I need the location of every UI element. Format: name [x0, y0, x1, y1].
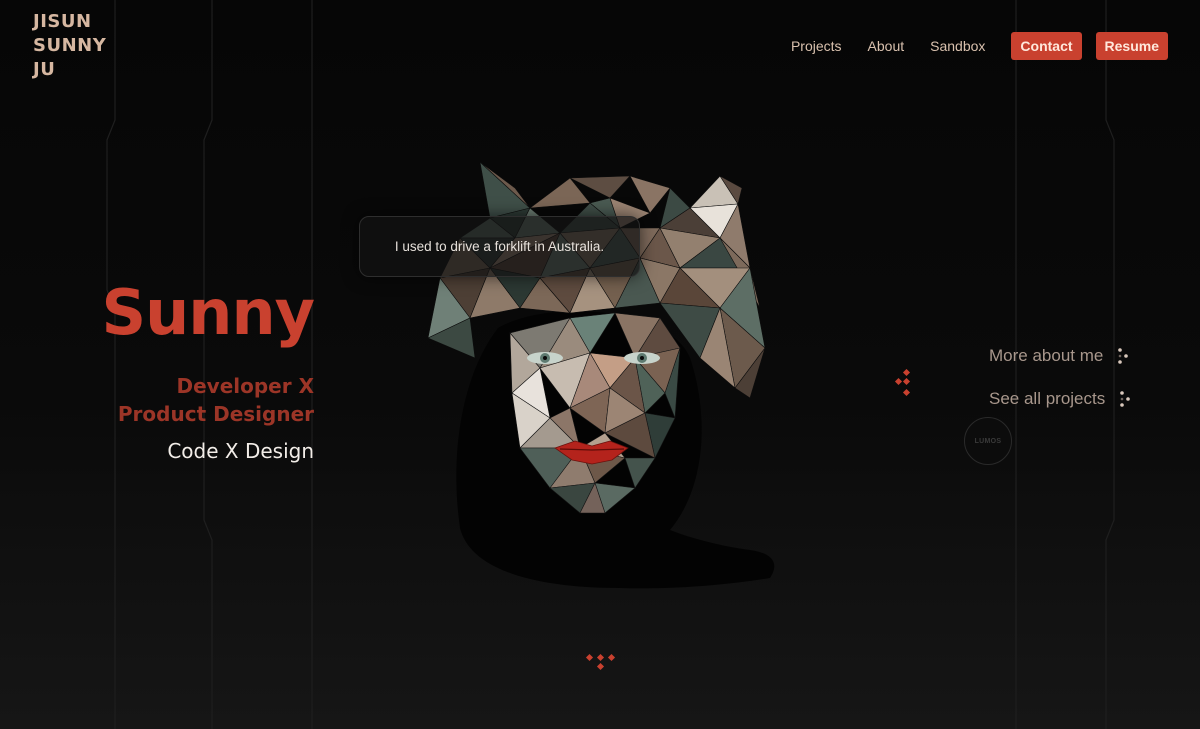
logo-line-3: JU [33, 59, 56, 80]
logo-line-1: JISUN [33, 11, 92, 32]
contact-button[interactable]: Contact [1011, 32, 1082, 60]
hero-role-line-2: Product Designer [117, 402, 314, 426]
diamond-cluster-icon [894, 369, 911, 397]
dots-icon [1118, 348, 1129, 364]
see-all-projects-label: See all projects [989, 389, 1106, 408]
see-all-projects-link[interactable]: See all projects [989, 389, 1131, 409]
hero-name: Sunny [101, 276, 315, 349]
hero-tagline: Code X Design [167, 439, 314, 463]
hero-role-line-1: Developer X [176, 374, 315, 398]
speech-bubble: I used to drive a forklift in Australia. [359, 216, 640, 277]
nav-link-sandbox[interactable]: Sandbox [930, 38, 985, 54]
nav-link-about[interactable]: About [868, 38, 905, 54]
speech-bubble-text: I used to drive a forklift in Australia. [394, 239, 605, 254]
lumos-badge-text: LUMOS [974, 437, 1002, 445]
resume-button[interactable]: Resume [1095, 32, 1168, 60]
dots-icon [1120, 391, 1131, 407]
hero-role: Developer X Product Designer [118, 372, 314, 428]
more-about-me-link[interactable]: More about me [989, 346, 1129, 366]
logo-line-2: SUNNY [33, 35, 107, 56]
more-about-me-label: More about me [989, 346, 1104, 365]
scroll-down-indicator-icon[interactable] [584, 652, 618, 674]
nav-link-projects[interactable]: Projects [791, 38, 842, 54]
top-navigation: Projects About Sandbox Contact Resume [765, 32, 1168, 60]
site-logo[interactable]: JISUN SUNNY JU [33, 10, 106, 82]
lumos-badge[interactable]: LUMOS [964, 417, 1012, 465]
